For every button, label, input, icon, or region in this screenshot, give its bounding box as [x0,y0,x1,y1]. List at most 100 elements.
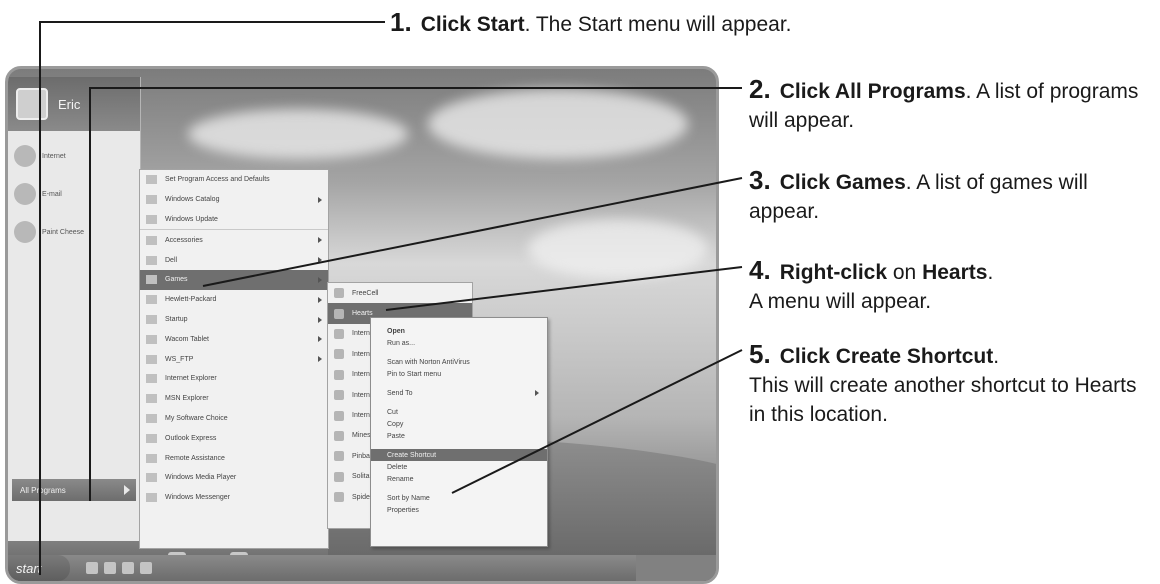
game-icon [334,471,344,482]
context-item-copy[interactable]: Copy [371,418,547,430]
menu-item[interactable]: Internet Explorer [140,369,328,389]
step-text: . [993,345,1000,368]
user-avatar [16,88,48,120]
context-item-delete[interactable]: Delete [371,461,547,473]
email-icon [146,433,157,443]
context-menu: Open Run as... Scan with Norton AntiViru… [370,317,548,547]
quick-launch-icon[interactable] [122,562,134,574]
start-button[interactable]: start [8,555,70,581]
step-action: Click Start [420,13,525,36]
folder-icon [146,314,157,324]
system-tray [636,555,716,581]
game-icon [334,390,344,401]
submenu-arrow-icon [318,316,322,323]
game-icon [334,430,344,441]
start-menu: Eric Internet E-mail Paint Cheese All Pr… [8,77,141,547]
step-number: 5. [749,339,771,369]
game-icon [334,410,344,421]
menu-item[interactable]: WS_FTP [140,349,328,369]
menu-item[interactable]: FreeCell [328,283,472,303]
menu-item[interactable]: Accessories [140,230,328,250]
menu-item[interactable]: MSN Explorer [140,389,328,409]
windows-screenshot: Eric Internet E-mail Paint Cheese All Pr… [5,66,719,584]
cloud [188,109,408,159]
cloud [528,219,708,279]
folder-icon [146,235,157,245]
step-action-target: Hearts [922,261,988,284]
program-icon [146,195,157,205]
user-name: Eric [58,96,81,112]
step-number: 1. [390,7,412,37]
program-icon [146,394,157,404]
game-icon [334,369,344,380]
quick-launch-icon[interactable] [86,562,98,574]
all-programs-button[interactable]: All Programs [12,479,136,501]
step-action: Click Create Shortcut [779,345,994,368]
context-item-open[interactable]: Open [371,325,547,337]
program-icon [146,175,157,185]
programs-submenu: Set Program Access and Defaults Windows … [139,169,329,549]
context-item-cut[interactable]: Cut [371,406,547,418]
context-item-sort-by-name[interactable]: Sort by Name [371,492,547,504]
step-number: 2. [749,74,771,104]
step-number: 4. [749,255,771,285]
step-text: . [987,261,994,284]
submenu-arrow-icon [318,237,322,244]
submenu-arrow-icon [318,356,322,363]
game-icon [334,328,344,339]
step-text-line2: A menu will appear. [749,290,932,313]
context-item-properties[interactable]: Properties [371,504,547,516]
pinned-item[interactable]: Internet [8,137,140,175]
menu-item[interactable]: Startup [140,310,328,330]
step-1-caption: 1. Click Start. The Start menu will appea… [390,8,791,39]
step-3-caption: 3. Click Games. A list of games will appe… [749,166,1154,226]
submenu-arrow-icon [318,196,322,203]
menu-item[interactable]: Windows Catalog [140,190,328,210]
context-item-pin[interactable]: Pin to Start menu [371,368,547,380]
step-action: Click All Programs [779,80,966,103]
messenger-icon [146,493,157,503]
menu-item[interactable]: Windows Media Player [140,468,328,488]
program-icon [146,413,157,423]
submenu-arrow-icon [318,276,322,283]
media-player-icon [146,473,157,483]
browser-icon [14,145,36,167]
menu-item[interactable]: Set Program Access and Defaults [140,170,328,190]
step-2-caption: 2. Click All Programs. A list of programs… [749,75,1154,135]
menu-item[interactable]: My Software Choice [140,409,328,429]
pinned-programs: Internet E-mail Paint Cheese [8,131,140,251]
step-text-line2: This will create another shortcut to Hea… [749,374,1137,426]
pinned-item[interactable]: E-mail [8,175,140,213]
folder-icon [146,334,157,344]
step-text: on [887,261,923,284]
submenu-arrow-icon [318,296,322,303]
game-icon [334,288,344,299]
menu-item[interactable]: Hewlett-Packard [140,290,328,310]
context-item-create-shortcut[interactable]: Create Shortcut [371,449,547,461]
game-icon [334,308,344,319]
menu-item[interactable]: Windows Update [140,210,328,231]
menu-item[interactable]: Remote Assistance [140,448,328,468]
step-action: Right-click [779,261,888,284]
taskbar: start [8,555,716,581]
pinned-item[interactable]: Paint Cheese [8,213,140,251]
menu-item[interactable]: Wacom Tablet [140,329,328,349]
step-4-caption: 4. Right-click on Hearts. A menu will appe… [749,256,1154,316]
step-action: Click Games [779,171,906,194]
menu-item[interactable]: Dell [140,250,328,270]
context-item-run-as[interactable]: Run as... [371,337,547,349]
step-number: 3. [749,165,771,195]
menu-item-games[interactable]: Games [140,269,328,290]
context-item-scan[interactable]: Scan with Norton AntiVirus [371,356,547,368]
menu-item[interactable]: Outlook Express [140,428,328,448]
context-item-send-to[interactable]: Send To [371,387,547,399]
program-icon [146,214,157,224]
arrow-right-icon [124,485,130,495]
step-text: . The Start menu will appear. [524,13,792,36]
folder-icon [146,354,157,364]
quick-launch-icon[interactable] [104,562,116,574]
context-item-rename[interactable]: Rename [371,473,547,485]
quick-launch-icon[interactable] [140,562,152,574]
context-item-paste[interactable]: Paste [371,430,547,442]
menu-item[interactable]: Windows Messenger [140,488,328,508]
